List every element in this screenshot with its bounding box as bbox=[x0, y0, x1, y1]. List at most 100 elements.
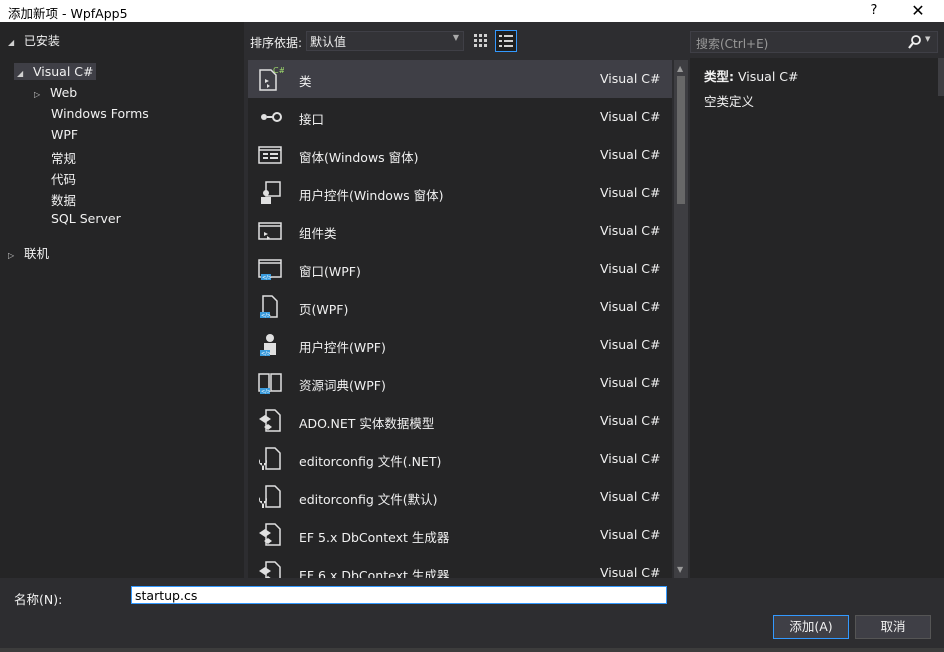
list-item-winforms-user-control[interactable]: 用户控件(Windows 窗体) Visual C# bbox=[248, 174, 672, 212]
item-name: 资源词典(WPF) bbox=[299, 378, 386, 393]
collapse-arrow-icon: ◢ bbox=[17, 69, 24, 78]
window-title: 添加新项 - WpfApp5 bbox=[8, 6, 128, 21]
list-item-class[interactable]: C# 类 Visual C# bbox=[248, 60, 672, 98]
config-file-icon bbox=[259, 485, 281, 508]
details-scrollbar[interactable] bbox=[938, 58, 944, 96]
item-type: Visual C# bbox=[600, 489, 661, 504]
cancel-button[interactable]: 取消 bbox=[855, 615, 931, 639]
item-name: EF 5.x DbContext 生成器 bbox=[299, 530, 450, 545]
item-name: editorconfig 文件(.NET) bbox=[299, 454, 442, 469]
search-placeholder: 搜索(Ctrl+E) bbox=[696, 37, 769, 51]
list-item-wpf-page[interactable]: </> 页(WPF) Visual C# bbox=[248, 288, 672, 326]
tree-item-sql-server[interactable]: SQL Server bbox=[51, 211, 121, 226]
tree-item-general[interactable]: 常规 bbox=[51, 148, 76, 167]
list-item-component-class[interactable]: 组件类 Visual C# bbox=[248, 212, 672, 250]
search-icon[interactable] bbox=[907, 33, 923, 51]
sort-value: 默认值 bbox=[310, 35, 347, 49]
list-item-ef5-dbcontext[interactable]: EF 5.x DbContext 生成器 Visual C# bbox=[248, 516, 672, 554]
tree-item-web[interactable]: ▷ Web bbox=[34, 85, 77, 100]
wpf-user-control-icon: </> bbox=[260, 334, 276, 357]
search-box[interactable]: 搜索(Ctrl+E) ▼ bbox=[690, 31, 938, 53]
wpf-window-icon: </> bbox=[258, 259, 282, 281]
bottom-bar: 名称(N): 添加(A) 取消 bbox=[0, 578, 944, 652]
svg-text:</>: </> bbox=[261, 389, 271, 395]
item-type: Visual C# bbox=[600, 223, 661, 238]
title-bar: 添加新项 - WpfApp5 ? ✕ bbox=[0, 0, 944, 22]
scrollbar-thumb[interactable] bbox=[677, 76, 685, 204]
item-type: Visual C# bbox=[600, 375, 661, 390]
scroll-up-icon[interactable]: ▲ bbox=[677, 64, 683, 73]
template-list-scrollbar[interactable]: ▲ ▼ bbox=[674, 60, 688, 578]
item-name: 窗体(Windows 窗体) bbox=[299, 150, 419, 165]
svg-text:</>: </> bbox=[262, 275, 272, 281]
item-type: Visual C# bbox=[600, 71, 661, 86]
class-icon: C# bbox=[259, 66, 284, 91]
template-list: C# 类 Visual C# 接口 Visual C# 窗体(Windows 窗… bbox=[248, 60, 672, 578]
tree-item-online[interactable]: ▷ 联机 bbox=[8, 243, 49, 262]
search-options-chevron-icon[interactable]: ▼ bbox=[925, 35, 930, 43]
item-name: 用户控件(WPF) bbox=[299, 340, 386, 355]
item-type: Visual C# bbox=[600, 565, 661, 578]
list-item-ado-net-entity-model[interactable]: ADO.NET 实体数据模型 Visual C# bbox=[248, 402, 672, 440]
item-name: 接口 bbox=[299, 112, 325, 127]
resource-dictionary-icon: </> bbox=[258, 373, 282, 395]
item-type: Visual C# bbox=[600, 451, 661, 466]
list-item-interface[interactable]: 接口 Visual C# bbox=[248, 98, 672, 136]
name-label: 名称(N): bbox=[14, 592, 63, 607]
entity-model-icon bbox=[259, 409, 281, 432]
scroll-down-icon[interactable]: ▼ bbox=[677, 565, 683, 574]
list-view-icon bbox=[499, 35, 513, 47]
expand-arrow-icon: ▷ bbox=[34, 90, 41, 99]
item-type: Visual C# bbox=[600, 109, 661, 124]
item-name: 类 bbox=[299, 74, 312, 89]
item-type: Visual C# bbox=[600, 299, 661, 314]
wpf-page-icon: </> bbox=[260, 295, 278, 319]
list-item-windows-form[interactable]: 窗体(Windows 窗体) Visual C# bbox=[248, 136, 672, 174]
tree-item-visual-csharp[interactable]: ◢ Visual C# bbox=[14, 63, 97, 80]
details-pane: 类型: Visual C# 空类定义 bbox=[690, 58, 944, 578]
item-type: Visual C# bbox=[600, 147, 661, 162]
item-name: 组件类 bbox=[299, 226, 337, 241]
svg-text:</>: </> bbox=[261, 351, 271, 357]
item-type: Visual C# bbox=[600, 337, 661, 352]
list-item-resource-dictionary[interactable]: </> 资源词典(WPF) Visual C# bbox=[248, 364, 672, 402]
item-name: ADO.NET 实体数据模型 bbox=[299, 416, 435, 431]
expand-arrow-icon: ▷ bbox=[8, 251, 15, 260]
background-status-strip bbox=[0, 648, 944, 652]
close-button[interactable]: ✕ bbox=[906, 0, 930, 22]
item-type: Visual C# bbox=[600, 413, 661, 428]
list-item-ef6-dbcontext[interactable]: EF 6.x DbContext 生成器 Visual C# bbox=[248, 554, 672, 578]
tree-item-code[interactable]: 代码 bbox=[51, 169, 76, 188]
collapse-arrow-icon: ◢ bbox=[8, 38, 15, 47]
config-file-icon bbox=[259, 447, 281, 470]
item-name: EF 6.x DbContext 生成器 bbox=[299, 568, 450, 578]
list-item-wpf-user-control[interactable]: </> 用户控件(WPF) Visual C# bbox=[248, 326, 672, 364]
grid-view-icon bbox=[474, 34, 487, 47]
sort-dropdown[interactable]: 默认值 ▼ bbox=[306, 31, 464, 51]
svg-text:C#: C# bbox=[273, 66, 284, 75]
add-button[interactable]: 添加(A) bbox=[773, 615, 849, 639]
installed-header[interactable]: ◢ 已安装 bbox=[8, 32, 60, 49]
chevron-down-icon: ▼ bbox=[452, 33, 459, 42]
template-category-pane: ◢ 已安装 ◢ Visual C# ▷ Web Windows Forms WP… bbox=[0, 22, 244, 578]
list-view-button[interactable] bbox=[495, 30, 517, 52]
tree-item-windows-forms[interactable]: Windows Forms bbox=[51, 106, 149, 121]
tree-item-data[interactable]: 数据 bbox=[51, 190, 76, 209]
small-icons-view-button[interactable] bbox=[470, 30, 490, 50]
component-icon bbox=[258, 222, 282, 240]
dbcontext-generator-icon bbox=[259, 561, 281, 578]
dbcontext-generator-icon bbox=[259, 523, 281, 546]
list-item-wpf-window[interactable]: </> 窗口(WPF) Visual C# bbox=[248, 250, 672, 288]
item-name: 页(WPF) bbox=[299, 302, 349, 317]
type-line: 类型: Visual C# bbox=[704, 66, 798, 85]
tree-item-wpf[interactable]: WPF bbox=[51, 127, 78, 142]
list-item-editorconfig-dotnet[interactable]: editorconfig 文件(.NET) Visual C# bbox=[248, 440, 672, 478]
user-control-icon bbox=[261, 181, 281, 204]
help-button[interactable]: ? bbox=[864, 1, 884, 21]
list-item-editorconfig-default[interactable]: editorconfig 文件(默认) Visual C# bbox=[248, 478, 672, 516]
item-description: 空类定义 bbox=[704, 94, 755, 109]
name-field[interactable] bbox=[131, 586, 667, 604]
svg-text:</>: </> bbox=[261, 313, 271, 319]
item-name: editorconfig 文件(默认) bbox=[299, 492, 438, 507]
item-type: Visual C# bbox=[600, 261, 661, 276]
